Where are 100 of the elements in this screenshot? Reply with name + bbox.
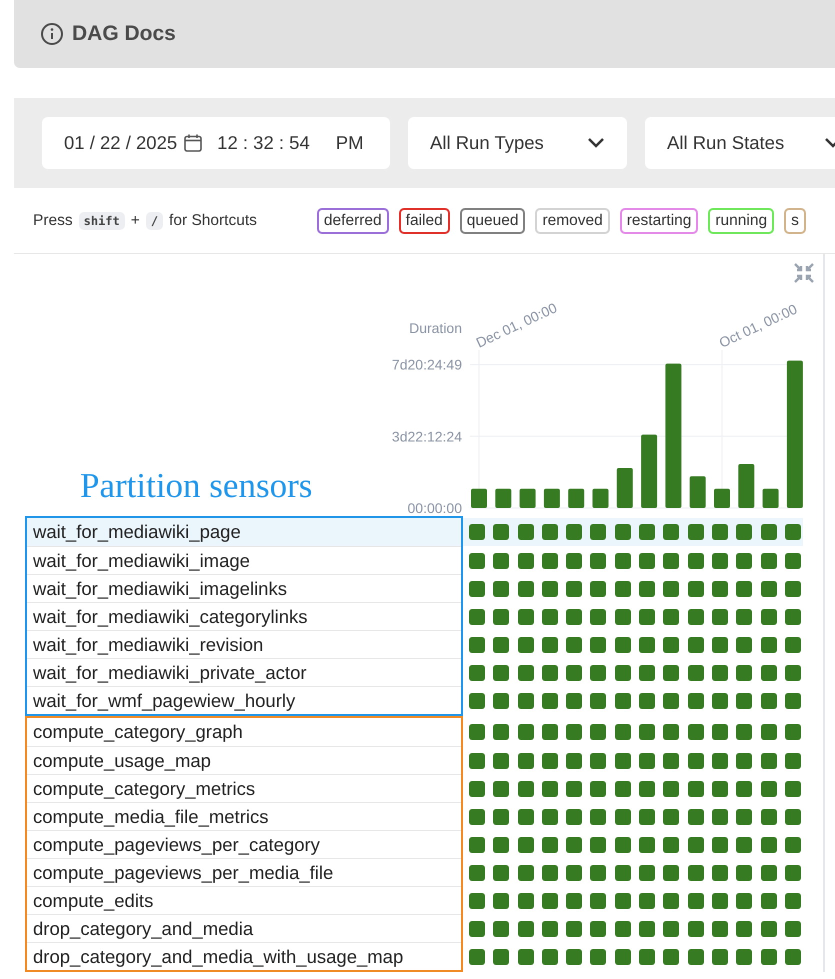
task-instance-square[interactable] — [688, 636, 704, 652]
task-instance-square[interactable] — [760, 864, 777, 880]
task-instance-square[interactable] — [736, 524, 752, 540]
task-instance-square[interactable] — [590, 608, 606, 624]
task-instance-square[interactable] — [614, 864, 631, 880]
task-instance-square[interactable] — [542, 780, 558, 796]
task-instance-square[interactable] — [518, 948, 534, 964]
task-instance-square[interactable] — [663, 724, 680, 740]
task-instance-square[interactable] — [688, 608, 704, 624]
task-instance-square[interactable] — [663, 836, 680, 852]
task-instance-square[interactable] — [518, 920, 534, 936]
task-instance-square[interactable] — [736, 724, 752, 740]
task-instance-square[interactable] — [688, 920, 704, 936]
task-instance-square[interactable] — [663, 864, 680, 880]
task-instance-square[interactable] — [663, 664, 680, 680]
task-instance-square[interactable] — [639, 920, 656, 936]
task-instance-square[interactable] — [712, 724, 728, 740]
task-instance-square[interactable] — [639, 580, 656, 596]
task-instance-square[interactable] — [590, 724, 606, 740]
task-instance-square[interactable] — [493, 692, 510, 708]
task-instance-square[interactable] — [712, 664, 728, 680]
task-instance-square[interactable] — [760, 724, 777, 740]
task-instance-square[interactable] — [493, 780, 510, 796]
task-instance-square[interactable] — [712, 808, 728, 824]
task-instance-square[interactable] — [639, 636, 656, 652]
duration-bar[interactable] — [665, 364, 682, 508]
task-instance-square[interactable] — [784, 864, 801, 880]
task-instance-square[interactable] — [614, 724, 631, 740]
task-instance-square[interactable] — [639, 948, 656, 964]
task-instance-square[interactable] — [688, 752, 704, 768]
task-instance-square[interactable] — [688, 836, 704, 852]
duration-bar[interactable] — [520, 488, 536, 508]
task-instance-square[interactable] — [518, 552, 534, 568]
task-instance-square[interactable] — [688, 780, 704, 796]
task-instance-square[interactable] — [760, 752, 777, 768]
state-badge[interactable]: running — [708, 208, 774, 234]
task-instance-square[interactable] — [566, 864, 582, 880]
task-instance-square[interactable] — [469, 580, 485, 596]
task-name[interactable]: wait_for_mediawiki_image — [27, 546, 461, 574]
task-instance-square[interactable] — [566, 664, 582, 680]
task-instance-square[interactable] — [614, 836, 631, 852]
task-instance-square[interactable] — [688, 524, 704, 540]
task-instance-square[interactable] — [639, 892, 656, 908]
task-instance-square[interactable] — [663, 636, 680, 652]
task-instance-square[interactable] — [712, 892, 728, 908]
task-instance-square[interactable] — [736, 580, 752, 596]
task-name[interactable]: drop_category_and_media — [27, 914, 461, 942]
task-instance-square[interactable] — [663, 580, 680, 596]
task-instance-square[interactable] — [566, 752, 582, 768]
task-instance-square[interactable] — [639, 808, 656, 824]
state-badge[interactable]: queued — [460, 208, 526, 234]
task-instance-square[interactable] — [784, 808, 801, 824]
duration-bar[interactable] — [714, 488, 730, 508]
task-instance-square[interactable] — [469, 836, 485, 852]
task-instance-square[interactable] — [614, 524, 631, 540]
task-instance-square[interactable] — [663, 892, 680, 908]
task-instance-square[interactable] — [784, 580, 801, 596]
task-instance-square[interactable] — [784, 892, 801, 908]
duration-bar[interactable] — [616, 468, 633, 508]
task-instance-square[interactable] — [469, 524, 485, 540]
duration-bar[interactable] — [786, 360, 803, 508]
task-instance-square[interactable] — [566, 724, 582, 740]
task-instance-square[interactable] — [542, 524, 558, 540]
task-instance-square[interactable] — [590, 692, 606, 708]
task-instance-square[interactable] — [518, 724, 534, 740]
task-instance-square[interactable] — [469, 920, 485, 936]
task-instance-square[interactable] — [712, 920, 728, 936]
task-instance-square[interactable] — [469, 808, 485, 824]
task-instance-square[interactable] — [663, 608, 680, 624]
task-instance-square[interactable] — [639, 780, 656, 796]
duration-bar[interactable] — [641, 434, 658, 508]
task-name[interactable]: wait_for_mediawiki_page — [27, 518, 461, 546]
task-instance-square[interactable] — [784, 752, 801, 768]
task-instance-square[interactable] — [736, 780, 752, 796]
task-instance-square[interactable] — [639, 836, 656, 852]
task-instance-square[interactable] — [736, 948, 752, 964]
task-instance-square[interactable] — [760, 664, 777, 680]
task-instance-square[interactable] — [712, 780, 728, 796]
task-name[interactable]: wait_for_mediawiki_revision — [27, 630, 461, 658]
task-instance-square[interactable] — [712, 524, 728, 540]
task-instance-square[interactable] — [614, 636, 631, 652]
task-instance-square[interactable] — [518, 780, 534, 796]
task-instance-square[interactable] — [590, 524, 606, 540]
task-instance-square[interactable] — [760, 808, 777, 824]
task-instance-square[interactable] — [590, 636, 606, 652]
state-badge[interactable]: failed — [398, 208, 450, 234]
task-instance-square[interactable] — [542, 920, 558, 936]
task-instance-square[interactable] — [469, 892, 485, 908]
task-instance-square[interactable] — [542, 752, 558, 768]
task-instance-square[interactable] — [614, 608, 631, 624]
task-instance-square[interactable] — [590, 808, 606, 824]
task-instance-square[interactable] — [784, 836, 801, 852]
task-name[interactable]: compute_category_graph — [27, 718, 461, 746]
task-instance-square[interactable] — [736, 836, 752, 852]
task-instance-square[interactable] — [542, 552, 558, 568]
duration-bar[interactable] — [690, 476, 706, 508]
task-instance-square[interactable] — [518, 864, 534, 880]
task-instance-square[interactable] — [760, 920, 777, 936]
task-instance-square[interactable] — [614, 664, 631, 680]
task-name[interactable]: compute_category_metrics — [27, 774, 461, 802]
